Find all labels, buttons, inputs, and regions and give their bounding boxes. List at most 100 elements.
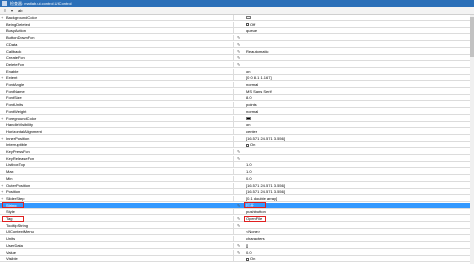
scrollbar-thumb[interactable]: [470, 17, 474, 57]
property-row[interactable]: String ✎ 打开: [0, 202, 470, 209]
property-row[interactable]: + Position [16.571 24.571 3.556]: [0, 189, 470, 196]
property-row[interactable]: FontName MS Sans Serif: [0, 88, 470, 95]
property-value[interactable]: points: [246, 102, 468, 107]
property-row[interactable]: + InnerPosition [16.571 24.571 3.556]: [0, 135, 470, 142]
property-value[interactable]: [16.571 24.571 3.556]: [246, 183, 468, 188]
property-row[interactable]: Interruptible On: [0, 142, 470, 149]
property-value[interactable]: 8.0: [246, 95, 468, 100]
property-value[interactable]: [0.1 double array]: [246, 196, 468, 201]
property-value[interactable]: Off: [246, 22, 468, 27]
property-value[interactable]: characters: [246, 236, 468, 241]
property-value[interactable]: [16.571 24.571 3.556]: [246, 189, 468, 194]
property-value[interactable]: 打开: [246, 203, 468, 208]
property-value[interactable]: [246, 42, 468, 47]
edit-icon[interactable]: ✎: [237, 223, 243, 228]
property-row[interactable]: ListboxTop 1.0: [0, 162, 470, 169]
property-row[interactable]: Visible On: [0, 256, 470, 263]
property-row[interactable]: TooltipString ✎: [0, 222, 470, 229]
property-value[interactable]: normal: [246, 109, 468, 114]
property-row[interactable]: Max 1.0: [0, 169, 470, 176]
property-value[interactable]: MS Sans Serif: [246, 89, 468, 94]
property-row[interactable]: Callback ✎ Reautomatic: [0, 48, 470, 55]
property-row[interactable]: ButtonDownFcn ✎: [0, 35, 470, 42]
vertical-scrollbar[interactable]: [470, 15, 474, 264]
expand-icon[interactable]: +: [1, 189, 5, 194]
property-value[interactable]: [246, 15, 468, 20]
property-row[interactable]: + Extent [0 0 8.1 1.167]: [0, 75, 470, 82]
property-row[interactable]: Enable on: [0, 68, 470, 75]
property-value[interactable]: normal: [246, 82, 468, 87]
property-value[interactable]: center: [246, 129, 468, 134]
property-row[interactable]: HandleVisibility on: [0, 122, 470, 129]
property-value[interactable]: [246, 156, 468, 161]
property-value[interactable]: pushbutton: [246, 209, 468, 214]
edit-icon[interactable]: ✎: [237, 42, 243, 47]
edit-icon[interactable]: ✎: [237, 216, 243, 221]
edit-icon[interactable]: ✎: [237, 35, 243, 40]
expand-icon[interactable]: +: [1, 15, 5, 20]
property-row[interactable]: Units characters: [0, 236, 470, 243]
property-row[interactable]: KeyPressFcn ✎: [0, 149, 470, 155]
property-value[interactable]: on: [246, 69, 468, 74]
checkbox[interactable]: [246, 257, 249, 261]
property-row[interactable]: FontWeight normal: [0, 108, 470, 115]
expand-icon[interactable]: +: [1, 116, 5, 121]
property-value[interactable]: on: [246, 122, 468, 127]
edit-icon[interactable]: ✎: [237, 49, 243, 54]
property-row[interactable]: CData ✎: [0, 41, 470, 48]
expand-icon[interactable]: +: [1, 75, 5, 80]
property-value[interactable]: [246, 55, 468, 60]
sort-icon[interactable]: ≡: [2, 8, 8, 13]
edit-icon[interactable]: ✎: [237, 62, 243, 67]
edit-icon[interactable]: ✎: [237, 250, 243, 255]
edit-icon[interactable]: ✎: [237, 156, 243, 161]
property-value[interactable]: 0.0: [246, 176, 468, 181]
property-row[interactable]: Style pushbutton: [0, 209, 470, 216]
property-row[interactable]: + BackgroundColor: [0, 15, 470, 21]
expand-icon[interactable]: +: [1, 183, 5, 188]
checkbox[interactable]: [246, 23, 249, 27]
property-value[interactable]: []: [246, 243, 468, 248]
property-value[interactable]: [246, 62, 468, 67]
property-value[interactable]: [246, 116, 468, 121]
property-row[interactable]: + SliderStep [0.1 double array]: [0, 195, 470, 202]
edit-icon[interactable]: ✎: [237, 243, 243, 248]
property-value[interactable]: [246, 35, 468, 40]
property-row[interactable]: DeleteFcn ✎: [0, 61, 470, 68]
property-row[interactable]: BusyAction queue: [0, 28, 470, 35]
checkbox[interactable]: [246, 143, 249, 147]
property-value[interactable]: On: [246, 142, 468, 147]
property-row[interactable]: + OuterPosition [16.571 24.571 3.556]: [0, 182, 470, 189]
property-value[interactable]: 0.0: [246, 250, 468, 255]
property-row[interactable]: UIContextMenu <None>: [0, 229, 470, 236]
property-row[interactable]: + ForegroundColor: [0, 115, 470, 122]
edit-icon[interactable]: ✎: [237, 149, 243, 154]
color-swatch[interactable]: [246, 116, 251, 120]
property-row[interactable]: CreateFcn ✎: [0, 55, 470, 62]
property-value[interactable]: OpenFile: [246, 216, 468, 221]
property-value[interactable]: queue: [246, 28, 468, 33]
property-row[interactable]: BeingDeleted Off: [0, 21, 470, 28]
property-row[interactable]: FontAngle normal: [0, 82, 470, 88]
expand-icon[interactable]: +: [1, 196, 5, 201]
property-value[interactable]: <None>: [246, 229, 468, 234]
color-swatch[interactable]: [246, 16, 251, 20]
property-row[interactable]: Value ✎ 0.0: [0, 249, 470, 256]
property-row[interactable]: Tag ✎ OpenFile: [0, 216, 470, 222]
property-value[interactable]: [246, 149, 468, 154]
property-row[interactable]: FontUnits points: [0, 102, 470, 109]
property-value[interactable]: [0 0 8.1 1.167]: [246, 75, 468, 80]
property-row[interactable]: KeyReleaseFcn ✎: [0, 155, 470, 162]
property-row[interactable]: FontSize 8.0: [0, 95, 470, 102]
property-row[interactable]: Min 0.0: [0, 175, 470, 182]
property-value[interactable]: 1.0: [246, 162, 468, 167]
filter-icon[interactable]: ▾: [9, 8, 15, 13]
edit-icon[interactable]: ✎: [237, 203, 243, 208]
property-value[interactable]: 1.0: [246, 169, 468, 174]
property-value[interactable]: Reautomatic: [246, 49, 468, 54]
property-value[interactable]: [16.571 24.571 3.556]: [246, 136, 468, 141]
property-value[interactable]: On: [246, 256, 468, 261]
property-row[interactable]: HorizontalAlignment center: [0, 128, 470, 135]
expand-icon[interactable]: +: [1, 136, 5, 141]
edit-icon[interactable]: ✎: [237, 55, 243, 60]
